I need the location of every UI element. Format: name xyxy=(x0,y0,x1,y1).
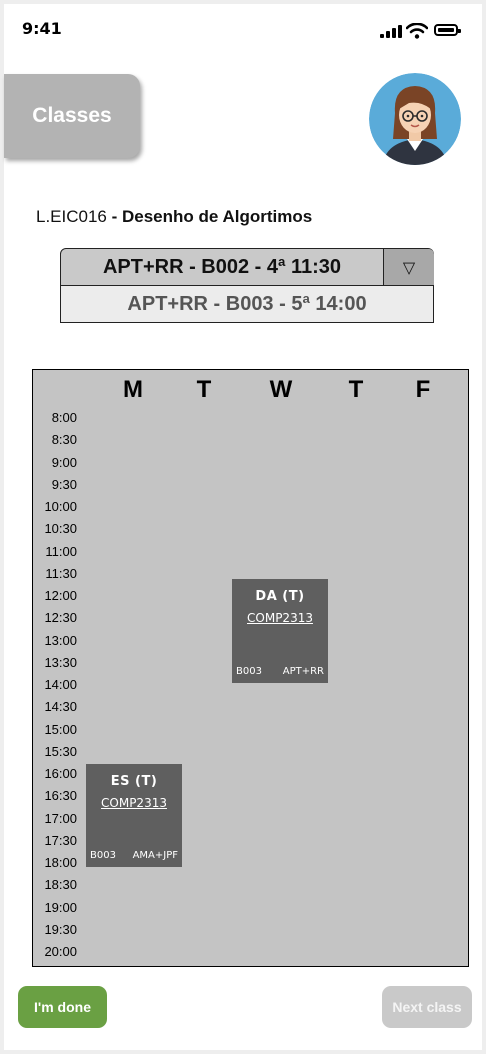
time-label: 16:00 xyxy=(44,766,77,781)
class-title: ES (T) xyxy=(110,774,158,789)
class-code-link[interactable]: COMP2313 xyxy=(232,611,328,625)
course-title: L.EIC016 - Desenho de Algortimos xyxy=(36,207,312,227)
time-label: 20:00 xyxy=(44,944,77,959)
course-name: Desenho de Algortimos xyxy=(122,207,313,226)
class-title: DA (T) xyxy=(255,589,305,604)
class-select-dropdown[interactable]: APT+RR - B002 - 4ª 11:30 ▽ xyxy=(60,248,434,286)
status-bar: 9:41 xyxy=(4,4,482,48)
class-code-link[interactable]: COMP2313 xyxy=(86,796,182,810)
time-label: 17:30 xyxy=(44,832,77,848)
time-label: 10:00 xyxy=(44,499,77,514)
class-select-option[interactable]: APT+RR - B003 - 5ª 14:00 xyxy=(60,286,434,323)
day-header-thursday: T xyxy=(348,376,364,403)
battery-icon xyxy=(434,24,461,36)
class-select-value: APT+RR - B002 - 4ª 11:30 xyxy=(102,255,342,278)
avatar[interactable] xyxy=(369,73,461,165)
time-label: 8:30 xyxy=(51,432,77,448)
time-label: 11:00 xyxy=(45,543,77,559)
class-block-es[interactable]: ES (T) COMP2313 B003 AMA+JPF xyxy=(86,764,182,867)
time-label: 8:00 xyxy=(51,410,77,425)
class-teachers: AMA+JPF xyxy=(132,850,178,861)
course-code: L.EIC016 xyxy=(36,207,107,226)
done-button[interactable]: I'm done xyxy=(18,986,107,1028)
cellular-signal-icon xyxy=(380,24,404,38)
class-room: B003 xyxy=(236,666,262,677)
wifi-icon xyxy=(406,23,428,39)
day-header-tuesday: T xyxy=(196,376,212,403)
time-label: 12:30 xyxy=(44,610,77,626)
status-time: 9:41 xyxy=(22,19,62,38)
day-header-monday: M xyxy=(123,376,143,403)
timetable: M T W T F DA (T) COMP2313 B003 APT+RR ES… xyxy=(32,369,469,967)
user-avatar-icon xyxy=(369,73,461,165)
time-label: 18:00 xyxy=(44,855,77,870)
time-label: 11:30 xyxy=(45,565,77,581)
class-teachers: APT+RR xyxy=(282,666,324,677)
screen: 9:41 Classes L.EIC016 - Desenho de Algor… xyxy=(4,4,482,1050)
time-label: 10:30 xyxy=(44,521,77,537)
time-label: 19:00 xyxy=(44,899,77,915)
time-label: 9:00 xyxy=(51,454,77,470)
time-label: 19:30 xyxy=(44,921,77,937)
day-header-wednesday: W xyxy=(269,376,293,403)
day-header-friday: F xyxy=(415,376,431,403)
next-class-button[interactable]: Next class xyxy=(382,986,472,1028)
time-label: 15:00 xyxy=(44,721,77,737)
classes-tab-button[interactable]: Classes xyxy=(4,74,140,158)
course-separator: - xyxy=(106,207,122,226)
time-label: 16:30 xyxy=(44,788,77,804)
time-label: 15:30 xyxy=(44,743,77,759)
class-room: B003 xyxy=(90,850,116,861)
time-label: 14:00 xyxy=(44,677,77,692)
time-label: 13:00 xyxy=(44,632,77,648)
time-label: 14:30 xyxy=(44,699,77,715)
time-label: 12:00 xyxy=(44,588,77,603)
class-block-da[interactable]: DA (T) COMP2313 B003 APT+RR xyxy=(232,579,328,683)
chevron-down-icon[interactable]: ▽ xyxy=(383,249,434,285)
time-label: 13:30 xyxy=(44,654,77,670)
time-label: 17:00 xyxy=(44,810,77,826)
time-label: 18:30 xyxy=(44,877,77,893)
time-label: 9:30 xyxy=(51,476,77,492)
